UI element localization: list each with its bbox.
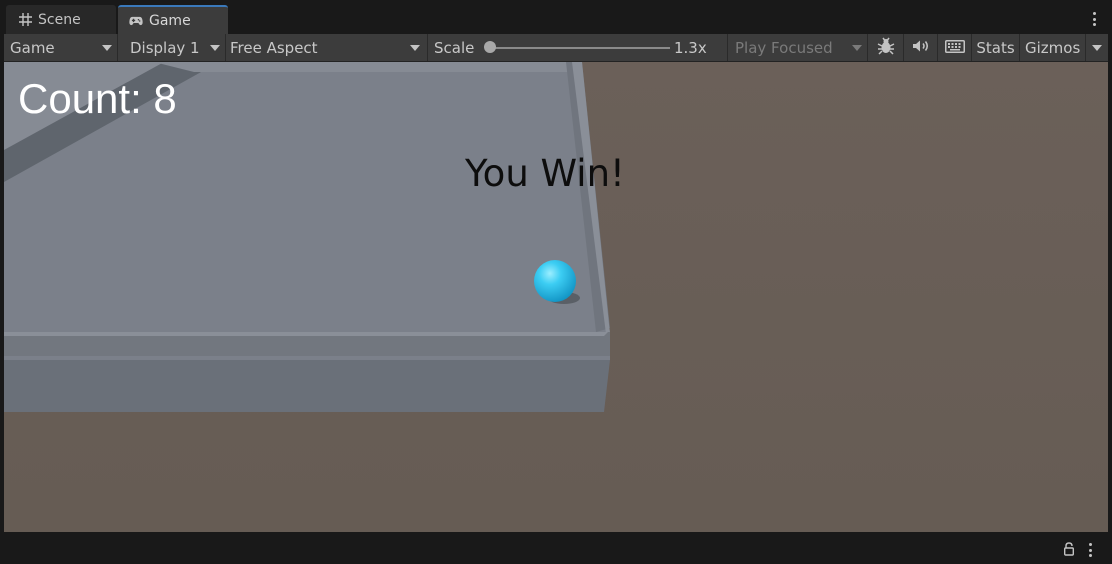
chevron-down-icon xyxy=(1092,45,1102,51)
scale-slider-handle[interactable] xyxy=(484,41,496,53)
scale-value: 1.3x xyxy=(674,34,728,61)
mute-audio-button[interactable] xyxy=(904,34,938,61)
more-options-icon[interactable] xyxy=(1092,12,1096,26)
more-options-icon[interactable] xyxy=(1088,543,1092,557)
game-scene-render xyxy=(4,62,1108,532)
bug-icon xyxy=(877,37,895,59)
keyboard-icon xyxy=(944,39,965,57)
game-viewport[interactable]: Count: 8 You Win! xyxy=(4,62,1108,532)
chevron-down-icon xyxy=(102,45,112,51)
status-bar xyxy=(0,532,1112,564)
scale-slider-track[interactable] xyxy=(490,47,670,49)
score-counter: Count: 8 xyxy=(18,75,177,122)
shortcuts-button[interactable] xyxy=(938,34,972,61)
chevron-down-icon xyxy=(210,45,220,51)
display-select[interactable]: Display 1 xyxy=(118,34,226,61)
window-tab-strip: Scene Game xyxy=(0,0,1112,34)
gamepad-icon xyxy=(129,14,143,28)
back-wall-top xyxy=(154,62,572,72)
audio-mute-icon xyxy=(912,39,930,57)
platform-front-face xyxy=(4,360,610,412)
player-ball xyxy=(534,260,576,302)
aspect-select[interactable]: Free Aspect xyxy=(226,34,428,61)
win-message: You Win! xyxy=(465,152,625,195)
tab-scene[interactable]: Scene xyxy=(6,5,116,34)
tab-game-label: Game xyxy=(149,12,191,29)
lock-icon[interactable] xyxy=(1063,541,1075,556)
grid-icon xyxy=(18,13,32,27)
display-select-label: Display 1 xyxy=(130,38,200,57)
chevron-down-icon xyxy=(852,45,862,51)
stats-button[interactable]: Stats xyxy=(972,34,1020,61)
tab-game[interactable]: Game xyxy=(118,5,228,34)
game-view-toolbar: Game Display 1 Free Aspect Scale 1.3x Pl… xyxy=(4,34,1108,62)
front-wall-top xyxy=(4,332,608,336)
tab-scene-label: Scene xyxy=(38,11,81,28)
debug-button[interactable] xyxy=(868,34,904,61)
chevron-down-icon xyxy=(410,45,420,51)
play-mode-select-label: Play Focused xyxy=(735,38,833,57)
play-mode-select[interactable]: Play Focused xyxy=(728,34,868,61)
gizmos-dropdown-button[interactable] xyxy=(1086,34,1108,61)
view-select-label: Game xyxy=(10,38,55,57)
aspect-select-label: Free Aspect xyxy=(230,38,318,57)
view-select[interactable]: Game xyxy=(4,34,118,61)
gizmos-button[interactable]: Gizmos xyxy=(1020,34,1086,61)
